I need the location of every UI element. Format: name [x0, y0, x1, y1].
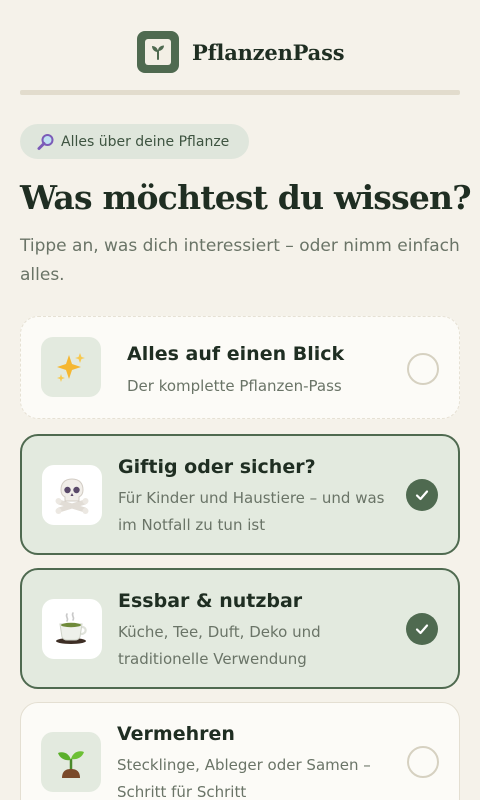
option-description: Stecklinge, Ableger oder Samen – Schritt… [117, 756, 371, 800]
option-radio[interactable] [407, 353, 439, 385]
option-title: Vermehren [117, 723, 235, 745]
brand: PflanzenPass [137, 31, 345, 73]
header-divider [20, 90, 460, 95]
sprout-icon [137, 31, 179, 73]
checkmark-icon[interactable] [406, 479, 438, 511]
app-header: PflanzenPass [0, 0, 480, 96]
skull-crossbones-icon [42, 465, 102, 525]
option-card-edible[interactable]: Essbar & nutzbar Küche, Tee, Duft, Deko … [20, 568, 460, 689]
pill-label: Alles über deine Pflanze [61, 133, 230, 150]
magnifying-glass-icon [36, 132, 56, 152]
checkmark-icon[interactable] [406, 613, 438, 645]
app-name: PflanzenPass [192, 39, 345, 65]
option-description: Küche, Tee, Duft, Deko und traditionelle… [118, 623, 321, 668]
option-radio[interactable] [407, 746, 439, 778]
option-description: Der komplette Pflanzen-Pass [127, 377, 342, 395]
teacup-icon [42, 599, 102, 659]
option-title: Essbar & nutzbar [118, 590, 303, 612]
seedling-icon [41, 732, 101, 792]
page-subtitle: Tippe an, was dich interessiert – oder n… [20, 236, 460, 285]
topic-pill: Alles über deine Pflanze [20, 124, 249, 159]
option-card-propagate[interactable]: Vermehren Stecklinge, Ableger oder Samen… [20, 702, 460, 800]
option-card-all[interactable]: Alles auf einen Blick Der komplette Pfla… [20, 316, 460, 419]
page-title: Was möchtest du wissen? [20, 178, 472, 217]
option-title: Giftig oder sicher? [118, 456, 316, 478]
sparkles-icon [41, 337, 101, 397]
option-title: Alles auf einen Blick [127, 343, 345, 365]
option-card-toxicity[interactable]: Giftig oder sicher? Für Kinder und Haust… [20, 434, 460, 555]
option-description: Für Kinder und Haustiere – und was im No… [118, 489, 385, 534]
